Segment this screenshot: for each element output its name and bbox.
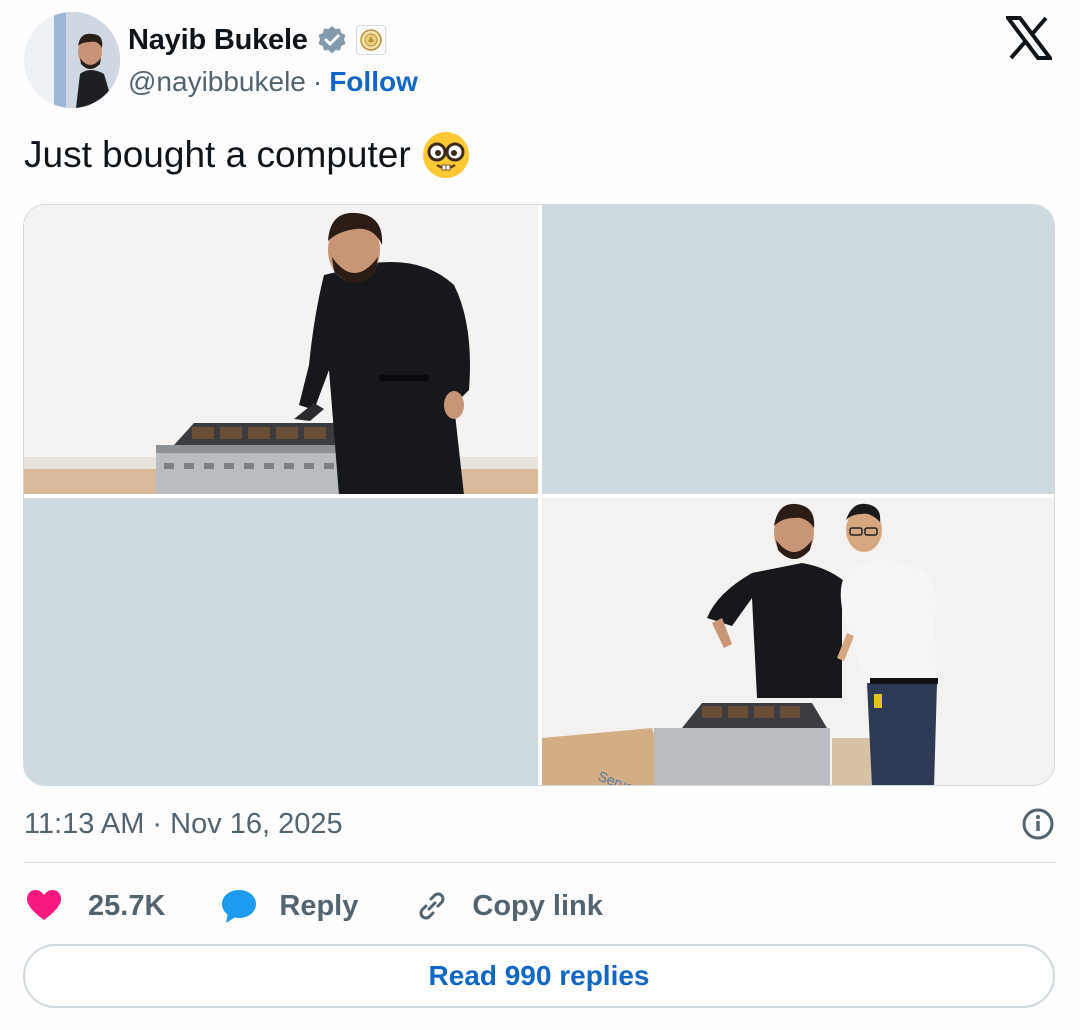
nerd-face-emoji-icon <box>421 130 471 180</box>
heart-icon <box>24 886 64 926</box>
tweet-header: Nayib Bukele @nayibbukele · Follow <box>24 12 1056 108</box>
action-bar: 25.7K Reply Copy link <box>24 884 657 928</box>
info-icon[interactable] <box>1020 806 1056 842</box>
like-count: 25.7K <box>88 889 166 922</box>
reply-label: Reply <box>279 889 359 922</box>
tweet-timestamp[interactable]: 11:13 AM · Nov 16, 2025 <box>24 804 343 844</box>
read-replies-button[interactable]: Read 990 replies <box>23 944 1055 1008</box>
copy-link-button[interactable]: Copy link <box>412 886 603 926</box>
separator-dot: · <box>312 66 323 97</box>
verified-badge-icon <box>316 24 348 56</box>
media-grid: Server <box>23 204 1055 786</box>
link-icon <box>412 886 452 926</box>
photo-man-bending-over-server[interactable] <box>24 205 538 494</box>
photo-placeholder-bottom-left[interactable] <box>24 498 538 785</box>
photo-two-men-pointing-at-server[interactable]: Server <box>542 498 1054 785</box>
copy-link-label: Copy link <box>472 889 603 922</box>
like-button[interactable]: 25.7K <box>24 886 165 926</box>
reply-bubble-icon <box>219 886 259 926</box>
author-name-row: Nayib Bukele <box>128 20 386 60</box>
author-name[interactable]: Nayib Bukele <box>128 24 308 57</box>
handle-row: @nayibbukele · Follow <box>128 64 418 100</box>
x-logo-icon[interactable] <box>1006 16 1052 60</box>
tweet-body: Just bought a computer <box>24 134 411 175</box>
photo-placeholder-top-right[interactable] <box>542 205 1054 494</box>
reply-button[interactable]: Reply <box>219 886 358 926</box>
avatar[interactable] <box>24 12 120 108</box>
author-handle[interactable]: @nayibbukele <box>128 66 306 98</box>
divider <box>24 862 1056 863</box>
tweet-text: Just bought a computer <box>24 130 471 180</box>
government-seal-icon[interactable] <box>355 25 386 55</box>
follow-button[interactable]: Follow <box>329 66 418 98</box>
